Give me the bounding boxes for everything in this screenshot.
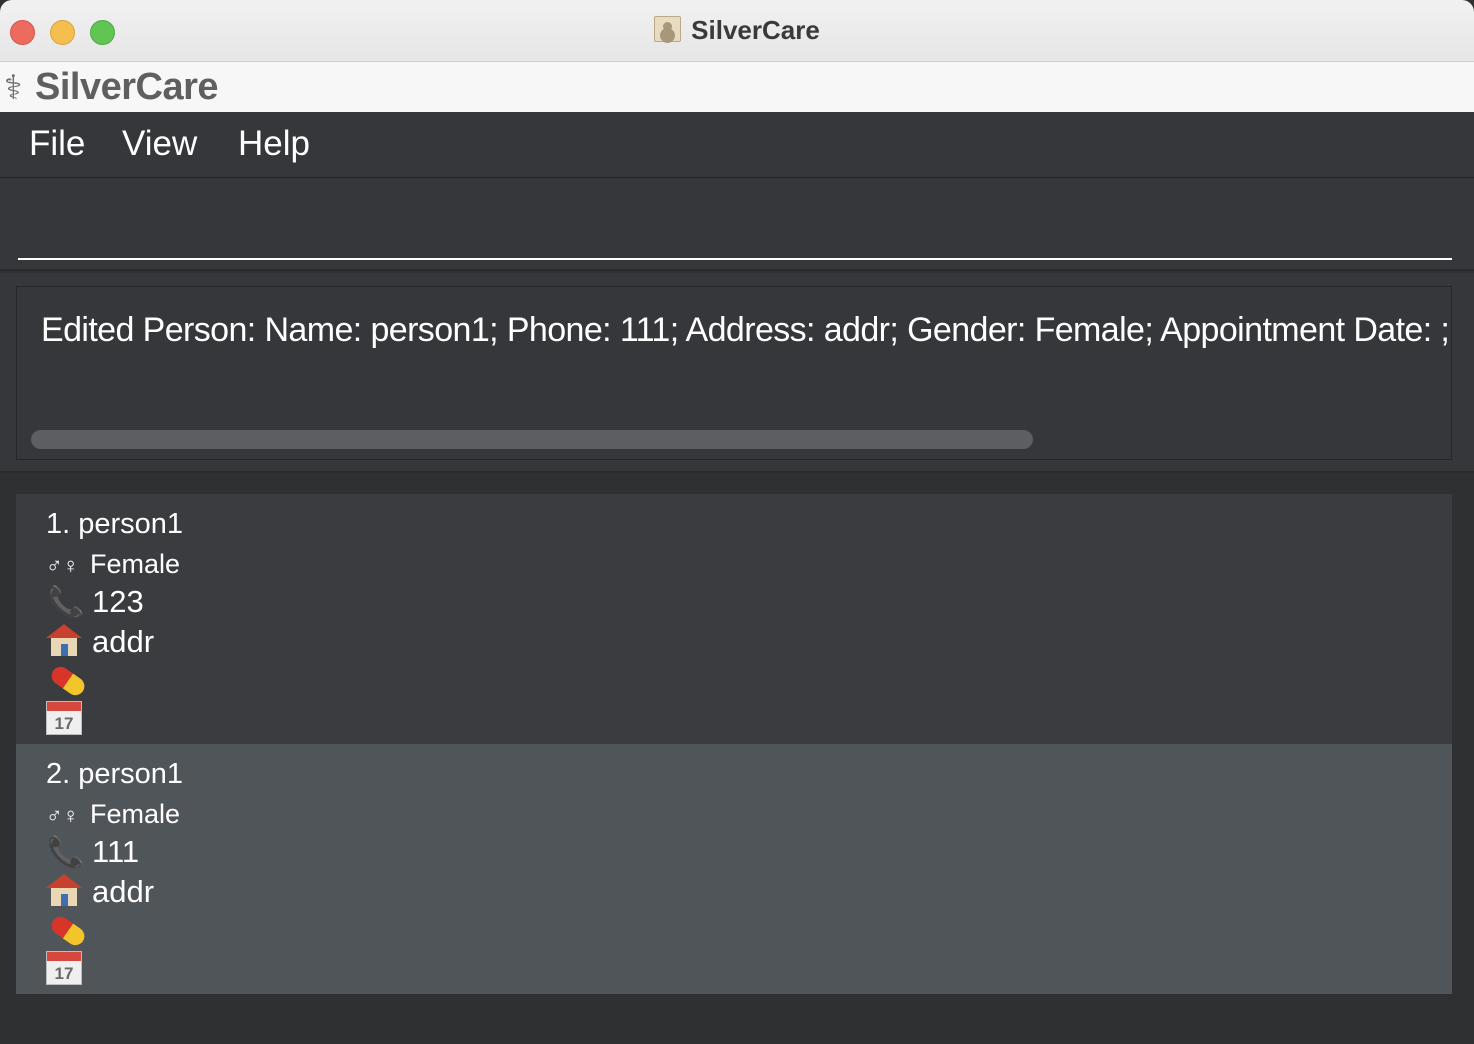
person-name-row: 2. person1 xyxy=(46,758,183,791)
person-gender: Female xyxy=(90,549,181,579)
person-phone-row: 📞 123 xyxy=(46,584,144,620)
person-phone: 111 xyxy=(92,834,140,869)
person-phone-row: 📞 111 xyxy=(46,834,139,870)
person-appointment-row: 17 xyxy=(46,951,82,985)
pill-icon xyxy=(48,663,88,699)
person-list[interactable]: 1. person1 ♂♀ Female 📞 123 addr 17 2. person… xyxy=(0,473,1474,1044)
app-document-icon xyxy=(654,16,682,42)
command-box-container xyxy=(0,178,1474,271)
person-name-row: 1. person1 xyxy=(46,508,183,541)
menu-bar: File View Help xyxy=(0,112,1474,178)
window-titlebar: SilverCare xyxy=(0,0,1474,62)
command-input[interactable] xyxy=(18,198,1452,260)
menu-help[interactable]: Help xyxy=(238,124,310,164)
gender-icon: ♂♀ xyxy=(46,553,79,578)
window-title: SilverCare xyxy=(0,15,1474,46)
caduceus-icon: ⚕ xyxy=(4,69,23,107)
person-gender-row: ♂♀ Female xyxy=(46,549,180,580)
person-address-row: addr xyxy=(46,874,154,910)
person-gender: Female xyxy=(90,799,181,829)
person-card-selected[interactable]: 2. person1 ♂♀ Female 📞 111 addr 17 xyxy=(16,744,1452,994)
pill-icon xyxy=(48,913,88,949)
calendar-icon: 17 xyxy=(46,951,82,985)
person-phone: 123 xyxy=(92,584,144,619)
menu-view[interactable]: View xyxy=(122,124,197,164)
menu-file[interactable]: File xyxy=(29,124,85,164)
person-card[interactable]: 1. person1 ♂♀ Female 📞 123 addr 17 xyxy=(16,494,1452,744)
person-address-row: addr xyxy=(46,624,154,660)
house-icon xyxy=(46,874,82,906)
app-name: SilverCare xyxy=(35,66,219,108)
window-title-text: SilverCare xyxy=(691,15,820,45)
person-gender-row: ♂♀ Female xyxy=(46,799,180,830)
horizontal-scrollbar[interactable] xyxy=(31,430,1033,449)
person-appointment-row: 17 xyxy=(46,701,82,735)
result-display-container: Edited Person: Name: person1; Phone: 111… xyxy=(0,273,1474,473)
phone-icon: 📞 xyxy=(47,586,85,619)
person-medication-row xyxy=(48,663,88,699)
person-name: person1 xyxy=(78,758,183,790)
phone-icon: 📞 xyxy=(47,836,85,869)
person-name: person1 xyxy=(78,508,183,540)
calendar-icon: 17 xyxy=(46,701,82,735)
app-header: ⚕ SilverCare xyxy=(0,62,1474,112)
gender-icon: ♂♀ xyxy=(46,803,79,828)
person-medication-row xyxy=(48,913,88,949)
person-address: addr xyxy=(92,874,155,909)
house-icon xyxy=(46,624,82,656)
result-message: Edited Person: Name: person1; Phone: 111… xyxy=(41,311,1452,349)
person-index: 2. xyxy=(46,758,71,790)
person-address: addr xyxy=(92,624,155,659)
result-display: Edited Person: Name: person1; Phone: 111… xyxy=(16,286,1452,460)
person-index: 1. xyxy=(46,508,71,540)
